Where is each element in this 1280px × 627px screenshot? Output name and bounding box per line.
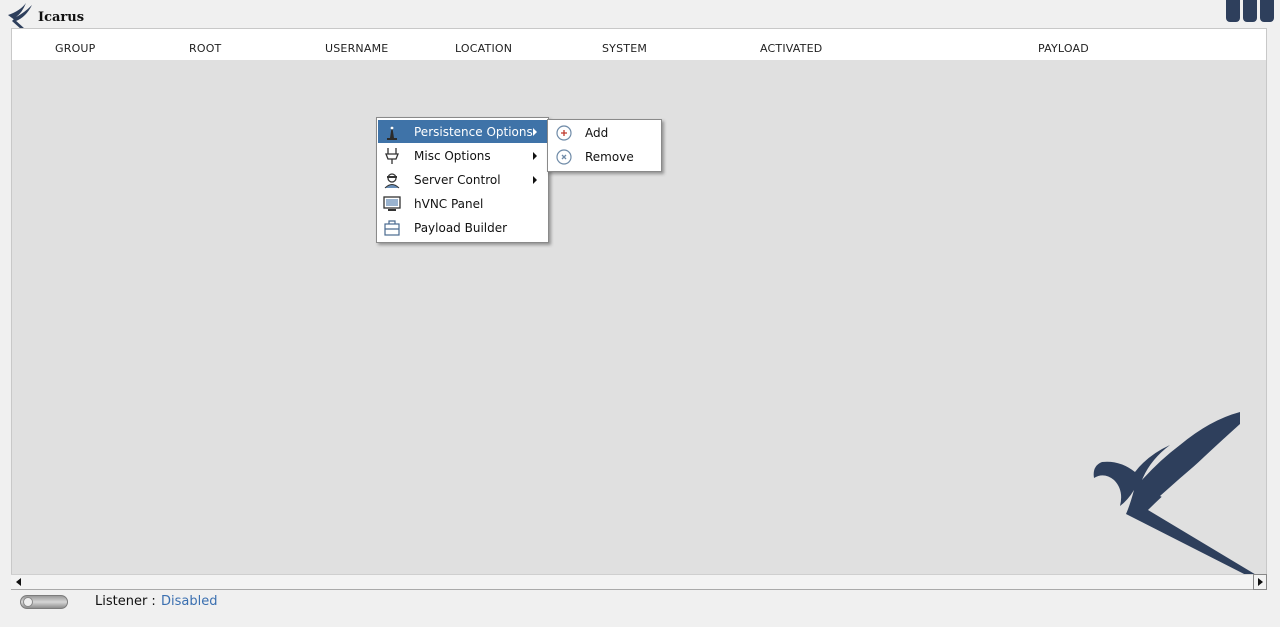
column-header-location[interactable]: LOCATION xyxy=(455,42,512,55)
menu-item-label: Payload Builder xyxy=(414,221,508,235)
submenu-item-remove[interactable]: Remove xyxy=(549,145,660,168)
list-header: GROUP ROOT USERNAME LOCATION SYSTEM ACTI… xyxy=(12,29,1266,60)
menu-item-persistence-options[interactable]: Persistence Options xyxy=(378,120,547,143)
column-header-payload[interactable]: PAYLOAD xyxy=(1038,42,1089,55)
column-header-root[interactable]: ROOT xyxy=(189,42,221,55)
persistence-submenu: Add Remove xyxy=(547,119,662,172)
user-server-icon xyxy=(384,173,400,189)
context-menu: Persistence Options Misc Options Server … xyxy=(376,117,549,243)
window-controls xyxy=(1226,0,1274,22)
add-circle-icon xyxy=(556,125,572,141)
menu-item-payload-builder[interactable]: Payload Builder xyxy=(378,216,547,239)
menu-item-label: Misc Options xyxy=(414,149,491,163)
column-header-activated[interactable]: ACTIVATED xyxy=(760,42,822,55)
scroll-left-icon[interactable] xyxy=(16,578,21,586)
scroll-right-button[interactable] xyxy=(1253,574,1267,590)
tower-icon xyxy=(387,125,397,140)
submenu-item-label: Remove xyxy=(585,150,634,164)
menu-item-misc-options[interactable]: Misc Options xyxy=(378,144,547,167)
menu-item-hvnc-panel[interactable]: hVNC Panel xyxy=(378,192,547,215)
monitor-icon xyxy=(383,196,401,211)
close-button[interactable] xyxy=(1260,0,1274,22)
maximize-button[interactable] xyxy=(1243,0,1257,22)
column-header-group[interactable]: GROUP xyxy=(55,42,96,55)
submenu-arrow-icon xyxy=(533,128,537,136)
remove-circle-icon xyxy=(556,149,572,165)
toggle-knob xyxy=(23,597,33,607)
menu-item-server-control[interactable]: Server Control xyxy=(378,168,547,191)
submenu-item-label: Add xyxy=(585,126,609,140)
horizontal-scrollbar[interactable] xyxy=(11,574,1267,590)
listener-status: Disabled xyxy=(161,594,218,609)
plug-icon xyxy=(385,148,399,164)
clients-list[interactable]: GROUP ROOT USERNAME LOCATION SYSTEM ACTI… xyxy=(11,28,1267,590)
submenu-arrow-icon xyxy=(533,152,537,160)
status-bar: Listener : Disabled xyxy=(0,590,1280,627)
menu-item-label: hVNC Panel xyxy=(414,197,484,211)
submenu-item-add[interactable]: Add xyxy=(549,121,660,144)
menu-item-label: Server Control xyxy=(414,173,501,187)
scroll-right-icon[interactable] xyxy=(1258,578,1263,586)
column-header-system[interactable]: SYSTEM xyxy=(602,42,647,55)
menu-item-label: Persistence Options xyxy=(414,125,533,139)
title-bar: Icarus xyxy=(0,0,1280,39)
icarus-watermark-icon xyxy=(1093,412,1258,578)
listener-toggle[interactable] xyxy=(20,595,68,609)
app-title: Icarus xyxy=(38,10,85,25)
column-header-username[interactable]: USERNAME xyxy=(325,42,388,55)
builder-icon xyxy=(384,220,400,236)
listener-label: Listener : xyxy=(95,594,156,609)
minimize-button[interactable] xyxy=(1226,0,1240,22)
submenu-arrow-icon xyxy=(533,176,537,184)
